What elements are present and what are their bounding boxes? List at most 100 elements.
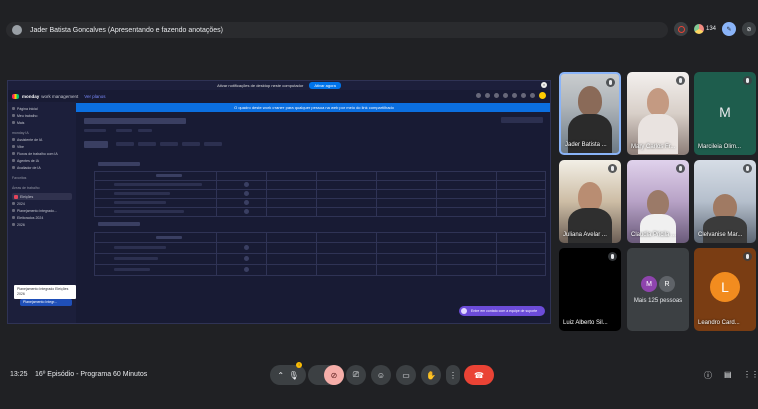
participant-tile[interactable]: Jader Batista ... <box>559 72 621 155</box>
status-dot <box>244 182 249 187</box>
row-divider <box>94 189 546 190</box>
participant-tile[interactable]: Mary Carlos Fr... <box>627 72 689 155</box>
microphone-button[interactable]: ⌃ 🎙 ! <box>270 362 306 385</box>
participant-tile[interactable]: Clelvanise Mar... <box>694 160 756 243</box>
board-loading-area <box>76 112 550 323</box>
info-icon[interactable]: ⓘ <box>704 370 712 381</box>
col-divider <box>376 232 377 276</box>
new-item-skeleton <box>84 141 108 148</box>
sidebar-item-home[interactable]: Página inicial <box>12 105 72 112</box>
monday-logo-icon <box>12 93 19 99</box>
toolbar-skeleton <box>182 142 200 146</box>
sidebar-item-more[interactable]: Mais <box>12 119 72 126</box>
meeting-time: 13:25 <box>10 371 28 378</box>
status-dot <box>244 267 249 272</box>
leave-call-button[interactable]: ☎ <box>464 365 494 385</box>
monday-sidebar: Página inicial Meu trabalho Mais monday … <box>8 102 76 323</box>
participant-name: Claudia Pricila ... <box>631 232 677 238</box>
sidebar-board-selected[interactable]: Planejamento Integr... <box>20 299 72 306</box>
mic-muted-icon <box>608 252 617 261</box>
participant-tile[interactable]: Juliana Avelar ... <box>559 160 621 243</box>
mic-muted-icon <box>608 164 617 173</box>
sidebar-folder-2026[interactable]: 2026 <box>12 221 72 228</box>
chevron-up-icon[interactable]: ⌃ <box>277 371 284 380</box>
sidebar-item-ai-agents[interactable]: Agentes de IA <box>12 157 72 164</box>
row-skeleton <box>114 192 170 195</box>
more-people-avatars: M R <box>641 276 675 292</box>
mic-muted-icon <box>743 252 752 261</box>
more-options-button[interactable]: ⋮ <box>446 365 460 385</box>
avatar: L <box>710 271 740 302</box>
col-divider <box>376 171 377 217</box>
invite-icon[interactable] <box>494 93 499 98</box>
pen-icon[interactable]: ✎ <box>722 22 737 36</box>
close-icon[interactable]: × <box>541 82 547 88</box>
present-screen-icon <box>12 25 22 35</box>
more-options-icon[interactable] <box>606 78 615 87</box>
activities-icon[interactable]: ⋮⋮ <box>743 370 758 379</box>
sidebar-item-vibe[interactable]: Vibe <box>12 143 72 150</box>
record-icon[interactable] <box>674 22 688 36</box>
participant-tile[interactable]: L Leandro Card... <box>694 248 756 331</box>
pin-off-icon[interactable]: ⊘ <box>742 22 757 36</box>
help-icon[interactable] <box>512 93 517 98</box>
user-avatar[interactable] <box>539 92 546 99</box>
camera-off-icon[interactable]: ⊘ <box>324 365 344 385</box>
sidebar-section-favorites[interactable]: Favoritos <box>12 174 72 181</box>
emoji-button[interactable]: ☺ <box>371 365 391 385</box>
more-people-tile[interactable]: M R Mais 125 pessoas <box>627 248 689 331</box>
participant-tile[interactable]: Claudia Pricila ... <box>627 160 689 243</box>
header-skeleton <box>156 236 182 239</box>
sidebar-item-ai-workflows[interactable]: Fluxos de trabalho com IA <box>12 150 72 157</box>
participant-name: Clelvanise Mar... <box>698 232 743 238</box>
raise-hand-button[interactable]: ✋ <box>421 365 441 385</box>
row-skeleton <box>114 183 202 186</box>
enable-notifications-button[interactable]: Ativar agora <box>309 82 341 89</box>
desktop-notification-bar: Ativar notificações de desktop neste com… <box>8 81 550 90</box>
participant-video <box>578 86 602 116</box>
participant-video <box>647 88 669 116</box>
meet-window: Jader Batista Goncalves (Apresentando e … <box>0 0 758 409</box>
row-skeleton <box>114 210 184 213</box>
participant-initial: M <box>719 103 731 120</box>
captions-button[interactable]: ▭ <box>396 365 416 385</box>
sidebar-folder-2024[interactable]: 2024 <box>12 200 72 207</box>
present-screen-button[interactable]: ⎚ <box>346 365 366 385</box>
sidebar-item-ai-evaluator[interactable]: Avaliador de IA <box>12 164 72 171</box>
presenter-bar[interactable]: Jader Batista Goncalves (Apresentando e … <box>6 22 668 38</box>
sidebar-section-ai: monday IA <box>12 130 29 135</box>
row-skeleton <box>114 201 166 204</box>
participant-tile[interactable]: M Marcileia Olim... <box>694 72 756 155</box>
toolbar-skeleton <box>138 142 156 146</box>
sidebar-board-electorate[interactable]: Eleitorados 2024 <box>12 214 72 221</box>
tab-skeleton <box>116 129 132 132</box>
row-skeleton <box>114 268 150 271</box>
participant-tile[interactable]: Luiz Alberto Sil... <box>559 248 621 331</box>
people-count-button[interactable]: 134 <box>694 24 716 34</box>
sparkle-icon <box>12 166 15 169</box>
mic-warning-badge: ! <box>296 362 302 368</box>
participant-name: Mary Carlos Fr... <box>631 144 676 150</box>
sidebar-board-planning[interactable]: Planejamento integrado... <box>12 207 72 214</box>
brand-name: monday <box>22 93 40 99</box>
grid-icon[interactable] <box>530 93 535 98</box>
sidebar-item-ai-assistant[interactable]: Assistente de IA <box>12 136 72 143</box>
participant-video <box>647 190 669 216</box>
audio-level-icon <box>743 76 752 85</box>
row-skeleton <box>114 257 158 260</box>
bell-icon[interactable] <box>476 93 481 98</box>
inbox-icon[interactable] <box>485 93 490 98</box>
participant-video <box>640 214 676 243</box>
calendar-icon <box>12 114 15 117</box>
apps-icon[interactable] <box>503 93 508 98</box>
search-icon[interactable] <box>521 93 526 98</box>
board-icon <box>12 209 15 212</box>
workspace-selector[interactable]: Eleições <box>12 193 72 200</box>
contact-support-button[interactable]: Entre em contato com a equipe de suporte <box>459 306 545 316</box>
sparkle-icon <box>12 159 15 162</box>
chat-icon[interactable]: ▤ <box>724 370 732 379</box>
toolbar-skeleton <box>204 142 222 146</box>
status-dot <box>244 200 249 205</box>
sidebar-item-my-work[interactable]: Meu trabalho <box>12 112 72 119</box>
see-plans-link[interactable]: Ver planos <box>84 94 105 99</box>
